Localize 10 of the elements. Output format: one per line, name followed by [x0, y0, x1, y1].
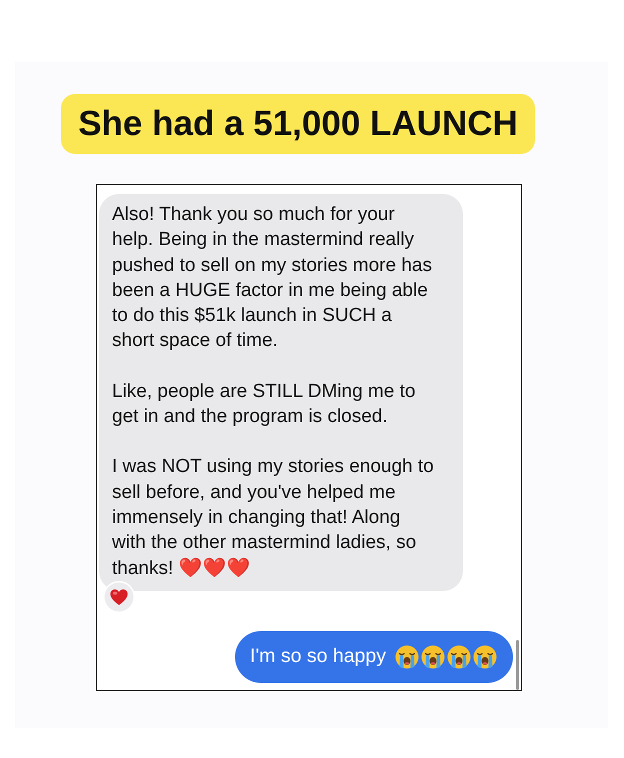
crying-face-icon	[447, 644, 471, 669]
crying-face-icon	[421, 644, 445, 669]
scrollbar	[516, 640, 519, 690]
crying-face-icon	[473, 644, 497, 669]
headline: She had a 51,000 LAUNCH	[61, 94, 535, 154]
message-text: I was NOT using my stories enough to sell before, and you've helped me immensely in changing that! Along with the other mastermind ladies, so thanks! ❤❤❤	[112, 456, 434, 579]
message-text: Also! Thank you so much for your help. Being in the mastermind really pushed to sell on my stories more has been a HUGE factor in me being able to do this $51k launch in SUCH a short space of time.	[112, 204, 432, 352]
crying-face-icon	[395, 644, 419, 669]
message-text: I'm so so happy	[250, 645, 386, 668]
message-text: Like, people are STILL DMing me to get in and the program is closed.	[112, 380, 416, 428]
